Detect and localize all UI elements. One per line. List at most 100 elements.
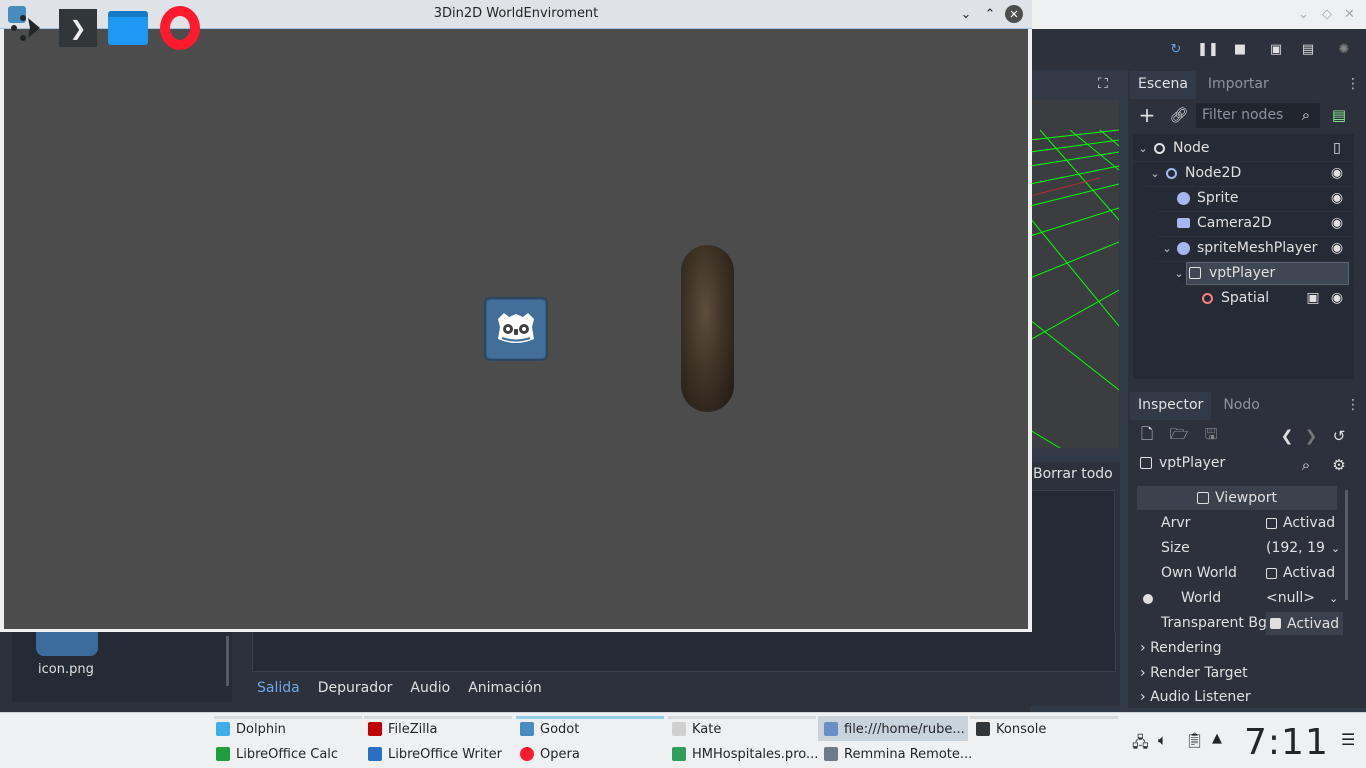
tree-item-vptplayer[interactable]: ⌄ vptPlayer	[1173, 261, 1275, 285]
task-konsole[interactable]: Konsole	[976, 718, 1124, 740]
chevron-down-icon[interactable]: ⌄	[1298, 7, 1309, 22]
tab-node[interactable]: Nodo	[1215, 392, 1268, 420]
tree-item-spritemeshplayer[interactable]: ⌄ spriteMeshPlayer	[1161, 236, 1317, 260]
scene-instance-icon[interactable]: ▣	[1305, 290, 1321, 306]
new-resource-icon[interactable]: 🗋︎	[1138, 425, 1156, 445]
app-launcher-icon[interactable]	[6, 8, 46, 48]
task-label: file:///home/rube...	[844, 721, 965, 737]
filesystem-scrollbar[interactable]	[226, 636, 229, 686]
task-remmina[interactable]: Remmina Remote...	[824, 743, 972, 765]
task-opera[interactable]: Opera	[520, 743, 668, 765]
prop-name: Own World	[1161, 565, 1237, 581]
hamburger-menu-icon[interactable]: ☰	[1341, 730, 1355, 749]
play-custom-icon[interactable]: ▤	[1300, 41, 1316, 57]
save-icon[interactable]: 🖫︎	[1202, 425, 1220, 445]
dolphin-icon	[216, 722, 230, 736]
inspector-section-viewport[interactable]: Viewport	[1137, 486, 1337, 510]
visibility-eye-icon[interactable]: ◉	[1329, 215, 1345, 231]
chevron-down-icon[interactable]: ⌄	[1329, 592, 1338, 605]
file-label[interactable]: icon.png	[38, 662, 94, 677]
add-node-icon[interactable]: +	[1138, 103, 1156, 127]
viewport-3d[interactable]	[1030, 100, 1119, 448]
back-icon[interactable]: ❮	[1278, 427, 1296, 445]
clock[interactable]: 7:11	[1244, 722, 1329, 763]
task-label: Opera	[540, 746, 580, 762]
clear-output-button[interactable]: Borrar todo	[1033, 466, 1113, 482]
add-script-icon[interactable]: ▤	[1330, 106, 1348, 124]
task-browser-file[interactable]: file:///home/rube...	[824, 718, 966, 740]
tree-item-sprite[interactable]: Sprite	[1161, 186, 1239, 210]
tab-import[interactable]: Importar	[1200, 71, 1277, 99]
chevron-down-icon[interactable]: ⌄	[1173, 267, 1185, 280]
history-icon[interactable]: ↺	[1330, 427, 1348, 445]
tab-scene[interactable]: Escena	[1130, 71, 1196, 99]
task-godot[interactable]: Godot	[520, 718, 668, 740]
forward-icon[interactable]: ❯	[1302, 427, 1320, 445]
group-render-target[interactable]: › Render Target	[1140, 665, 1248, 681]
transparent-bg-checkbox[interactable]: Activad	[1266, 612, 1344, 635]
browser-strip: ⌄ ◇ ✕	[1030, 0, 1366, 29]
fullscreen-icon[interactable]: ⛶	[1098, 76, 1114, 92]
tree-item-label: vptPlayer	[1209, 265, 1276, 281]
script-icon[interactable]: ▯	[1329, 140, 1345, 156]
scene-menu-icon[interactable]: ⋮	[1346, 76, 1360, 92]
tray-expand-icon[interactable]: ▲	[1212, 731, 1222, 746]
pause-icon[interactable]: ❚❚	[1197, 41, 1219, 57]
task-libreoffice-calc[interactable]: LibreOffice Calc	[216, 743, 364, 765]
task-filezilla[interactable]: FileZilla	[368, 718, 516, 740]
size-field[interactable]: (192, 19 ⌄	[1266, 540, 1340, 556]
stop-icon[interactable]: ■	[1232, 41, 1248, 57]
tab-audio[interactable]: Audio	[401, 676, 459, 704]
volume-muted-icon[interactable]: 🔈︎	[1158, 731, 1167, 749]
inspector-scrollbar[interactable]	[1345, 490, 1348, 600]
restart-icon[interactable]: ↻	[1168, 41, 1184, 57]
tab-output[interactable]: Salida	[248, 676, 309, 704]
chevron-down-icon[interactable]: ⌄	[1331, 542, 1340, 555]
tab-debugger[interactable]: Depurador	[309, 676, 402, 704]
minimize-icon[interactable]: ⌄	[957, 5, 975, 23]
window-titlebar[interactable]: 3Din2D WorldEnviroment ⌄ ⌃ ✕	[0, 0, 1032, 29]
tab-animation[interactable]: Animación	[459, 676, 551, 704]
task-dolphin[interactable]: Dolphin	[216, 718, 364, 740]
close-icon[interactable]: ✕	[1005, 5, 1023, 23]
world-value: <null>	[1266, 590, 1315, 606]
chevron-down-icon[interactable]: ⌄	[1137, 142, 1149, 155]
task-label: LibreOffice Calc	[236, 746, 339, 762]
open-folder-icon[interactable]: 🗁︎	[1170, 425, 1189, 445]
chevron-down-icon[interactable]: ⌄	[1149, 167, 1161, 180]
link-icon[interactable]: 🔗︎	[1169, 106, 1188, 124]
network-icon[interactable]: 🖧︎	[1132, 732, 1149, 757]
search-icon[interactable]: ⌕	[1297, 456, 1315, 474]
file-manager-icon[interactable]	[108, 8, 148, 48]
terminal-launcher-icon[interactable]: ❯	[58, 8, 98, 48]
task-kate[interactable]: Kate	[672, 718, 820, 740]
chevron-down-icon[interactable]: ⌄	[1161, 242, 1173, 255]
opera-launcher-icon[interactable]	[160, 6, 200, 50]
arvr-checkbox[interactable]: Activad	[1266, 515, 1335, 531]
task-libreoffice-writer[interactable]: LibreOffice Writer	[368, 743, 516, 765]
maximize-icon[interactable]: ⌃	[981, 5, 999, 23]
document-icon	[672, 747, 686, 761]
tree-item-spatial[interactable]: Spatial	[1185, 286, 1269, 310]
tree-item-node2d[interactable]: ⌄ Node2D	[1149, 161, 1241, 185]
file-thumbnail[interactable]	[36, 632, 98, 656]
group-audio-listener[interactable]: › Audio Listener	[1140, 689, 1251, 705]
group-rendering[interactable]: › Rendering	[1140, 640, 1222, 656]
clipboard-icon[interactable]: 📋︎	[1185, 731, 1204, 749]
visibility-eye-icon[interactable]: ◉	[1329, 165, 1345, 181]
diamond-icon[interactable]: ◇	[1322, 7, 1332, 22]
inspector-menu-icon[interactable]: ⋮	[1346, 397, 1360, 413]
task-hmhospitales[interactable]: HMHospitales.pro...	[672, 743, 820, 765]
play-scene-icon[interactable]: ▣	[1268, 41, 1284, 57]
tab-inspector[interactable]: Inspector	[1130, 392, 1212, 420]
close-icon[interactable]: ✕	[1344, 7, 1355, 22]
visibility-eye-icon[interactable]: ◉	[1329, 290, 1345, 306]
visibility-eye-icon[interactable]: ◉	[1329, 190, 1345, 206]
tree-item-node[interactable]: ⌄ Node	[1137, 136, 1209, 160]
task-label: Remmina Remote...	[844, 746, 972, 762]
tree-item-camera2d[interactable]: Camera2D	[1161, 211, 1272, 235]
visibility-eye-icon[interactable]: ◉	[1329, 240, 1345, 256]
world-resource-field[interactable]: <null> ⌄	[1266, 590, 1338, 606]
own-world-checkbox[interactable]: Activad	[1266, 565, 1335, 581]
tools-icon[interactable]: ⚙︎	[1330, 456, 1348, 474]
